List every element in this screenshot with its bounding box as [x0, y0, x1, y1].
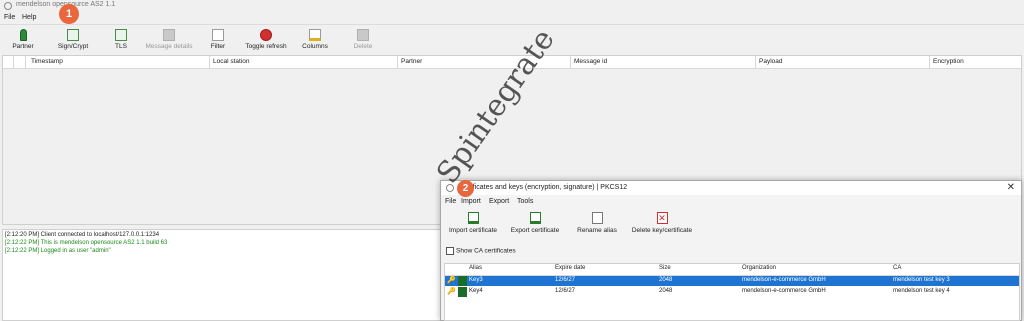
step-1-badge: 1: [59, 4, 79, 24]
tls-button[interactable]: TLS: [108, 27, 134, 55]
dialog-menu-tools[interactable]: Tools: [517, 198, 533, 205]
dialog-menu-export[interactable]: Export: [489, 198, 509, 205]
col-organization[interactable]: Organization: [742, 265, 776, 271]
window-titlebar: mendelson opensource AS2 1.1: [0, 0, 1024, 12]
delete-key-certificate-button[interactable]: ✕ Delete key/certificate: [629, 211, 695, 241]
certificate-status-icon: [458, 287, 467, 297]
sign-crypt-button[interactable]: Sign/Crypt: [40, 27, 106, 55]
filter-icon: [212, 29, 224, 41]
show-ca-label: Show CA certificates: [456, 247, 516, 255]
log-line: [2:12:22 PM] Logged in as user "admin": [5, 248, 111, 254]
table-row[interactable]: 🔑 Key3 12/6/27 2048 mendelson-e-commerce…: [445, 276, 1019, 286]
rename-icon: [591, 212, 603, 224]
filter-button[interactable]: Filter: [206, 27, 230, 55]
log-line: [2:12:20 PM] Client connected to localho…: [5, 232, 160, 238]
certificates-dialog: Certificates and keys (encryption, signa…: [440, 180, 1022, 321]
certificate-icon: [67, 29, 79, 41]
delete-icon: [357, 29, 369, 41]
dialog-menubar: File Import Export Tools: [441, 198, 1021, 208]
col-ca[interactable]: CA: [893, 265, 901, 271]
col-alias[interactable]: Alias: [469, 265, 482, 271]
dialog-title: Certificates and keys (encryption, signa…: [458, 184, 628, 191]
key-icon: 🔑: [447, 288, 456, 295]
menu-help[interactable]: Help: [22, 14, 36, 21]
table-row[interactable]: 🔑 Key4 12/6/27 2048 mendelson-e-commerce…: [445, 287, 1019, 297]
show-ca-certificates-checkbox[interactable]: Show CA certificates: [446, 247, 516, 255]
tls-icon: [115, 29, 127, 41]
menu-file[interactable]: File: [4, 14, 15, 21]
import-icon: [467, 212, 479, 224]
menubar: File Help: [0, 13, 1024, 24]
dialog-menu-file[interactable]: File: [445, 198, 456, 205]
partner-icon: [19, 29, 27, 41]
message-details-icon: [163, 29, 175, 41]
app-icon: [4, 2, 12, 10]
certificate-status-icon: [458, 276, 467, 286]
export-icon: [529, 212, 541, 224]
certificates-table[interactable]: Alias Expire date Size Organization CA 🔑…: [444, 263, 1020, 321]
dialog-titlebar: Certificates and keys (encryption, signa…: [441, 181, 1021, 195]
col-encryption[interactable]: Encryption: [933, 58, 964, 65]
log-panel[interactable]: [2:12:20 PM] Client connected to localho…: [2, 229, 442, 321]
columns-icon: [309, 29, 321, 41]
delete-x-icon: ✕: [656, 212, 668, 224]
col-local-station[interactable]: Local station: [213, 58, 250, 65]
col-payload[interactable]: Payload: [759, 58, 783, 65]
close-icon[interactable]: ✕: [1007, 182, 1015, 193]
dialog-menu-import[interactable]: Import: [461, 198, 481, 205]
partner-button[interactable]: Partner: [6, 27, 40, 55]
col-size[interactable]: Size: [659, 265, 671, 271]
toggle-refresh-button[interactable]: Toggle refresh: [242, 27, 290, 55]
log-line: [2:12:22 PM] This is mendelson opensourc…: [5, 240, 168, 246]
col-message-id[interactable]: Message id: [574, 58, 607, 65]
columns-button[interactable]: Columns: [300, 27, 330, 55]
key-icon: 🔑: [447, 277, 456, 284]
certificates-table-header: Alias Expire date Size Organization CA: [445, 264, 1019, 276]
delete-button[interactable]: Delete: [350, 27, 376, 55]
rename-alias-button[interactable]: Rename alias: [575, 211, 619, 241]
col-timestamp[interactable]: Timestamp: [31, 58, 63, 65]
col-partner[interactable]: Partner: [401, 58, 422, 65]
export-certificate-button[interactable]: Export certificate: [505, 211, 565, 241]
col-expire-date[interactable]: Expire date: [555, 265, 585, 271]
message-details-button[interactable]: Message details: [144, 27, 194, 55]
checkbox-box[interactable]: [446, 247, 454, 255]
stop-refresh-icon: [260, 29, 272, 41]
import-certificate-button[interactable]: Import certificate: [445, 211, 501, 241]
